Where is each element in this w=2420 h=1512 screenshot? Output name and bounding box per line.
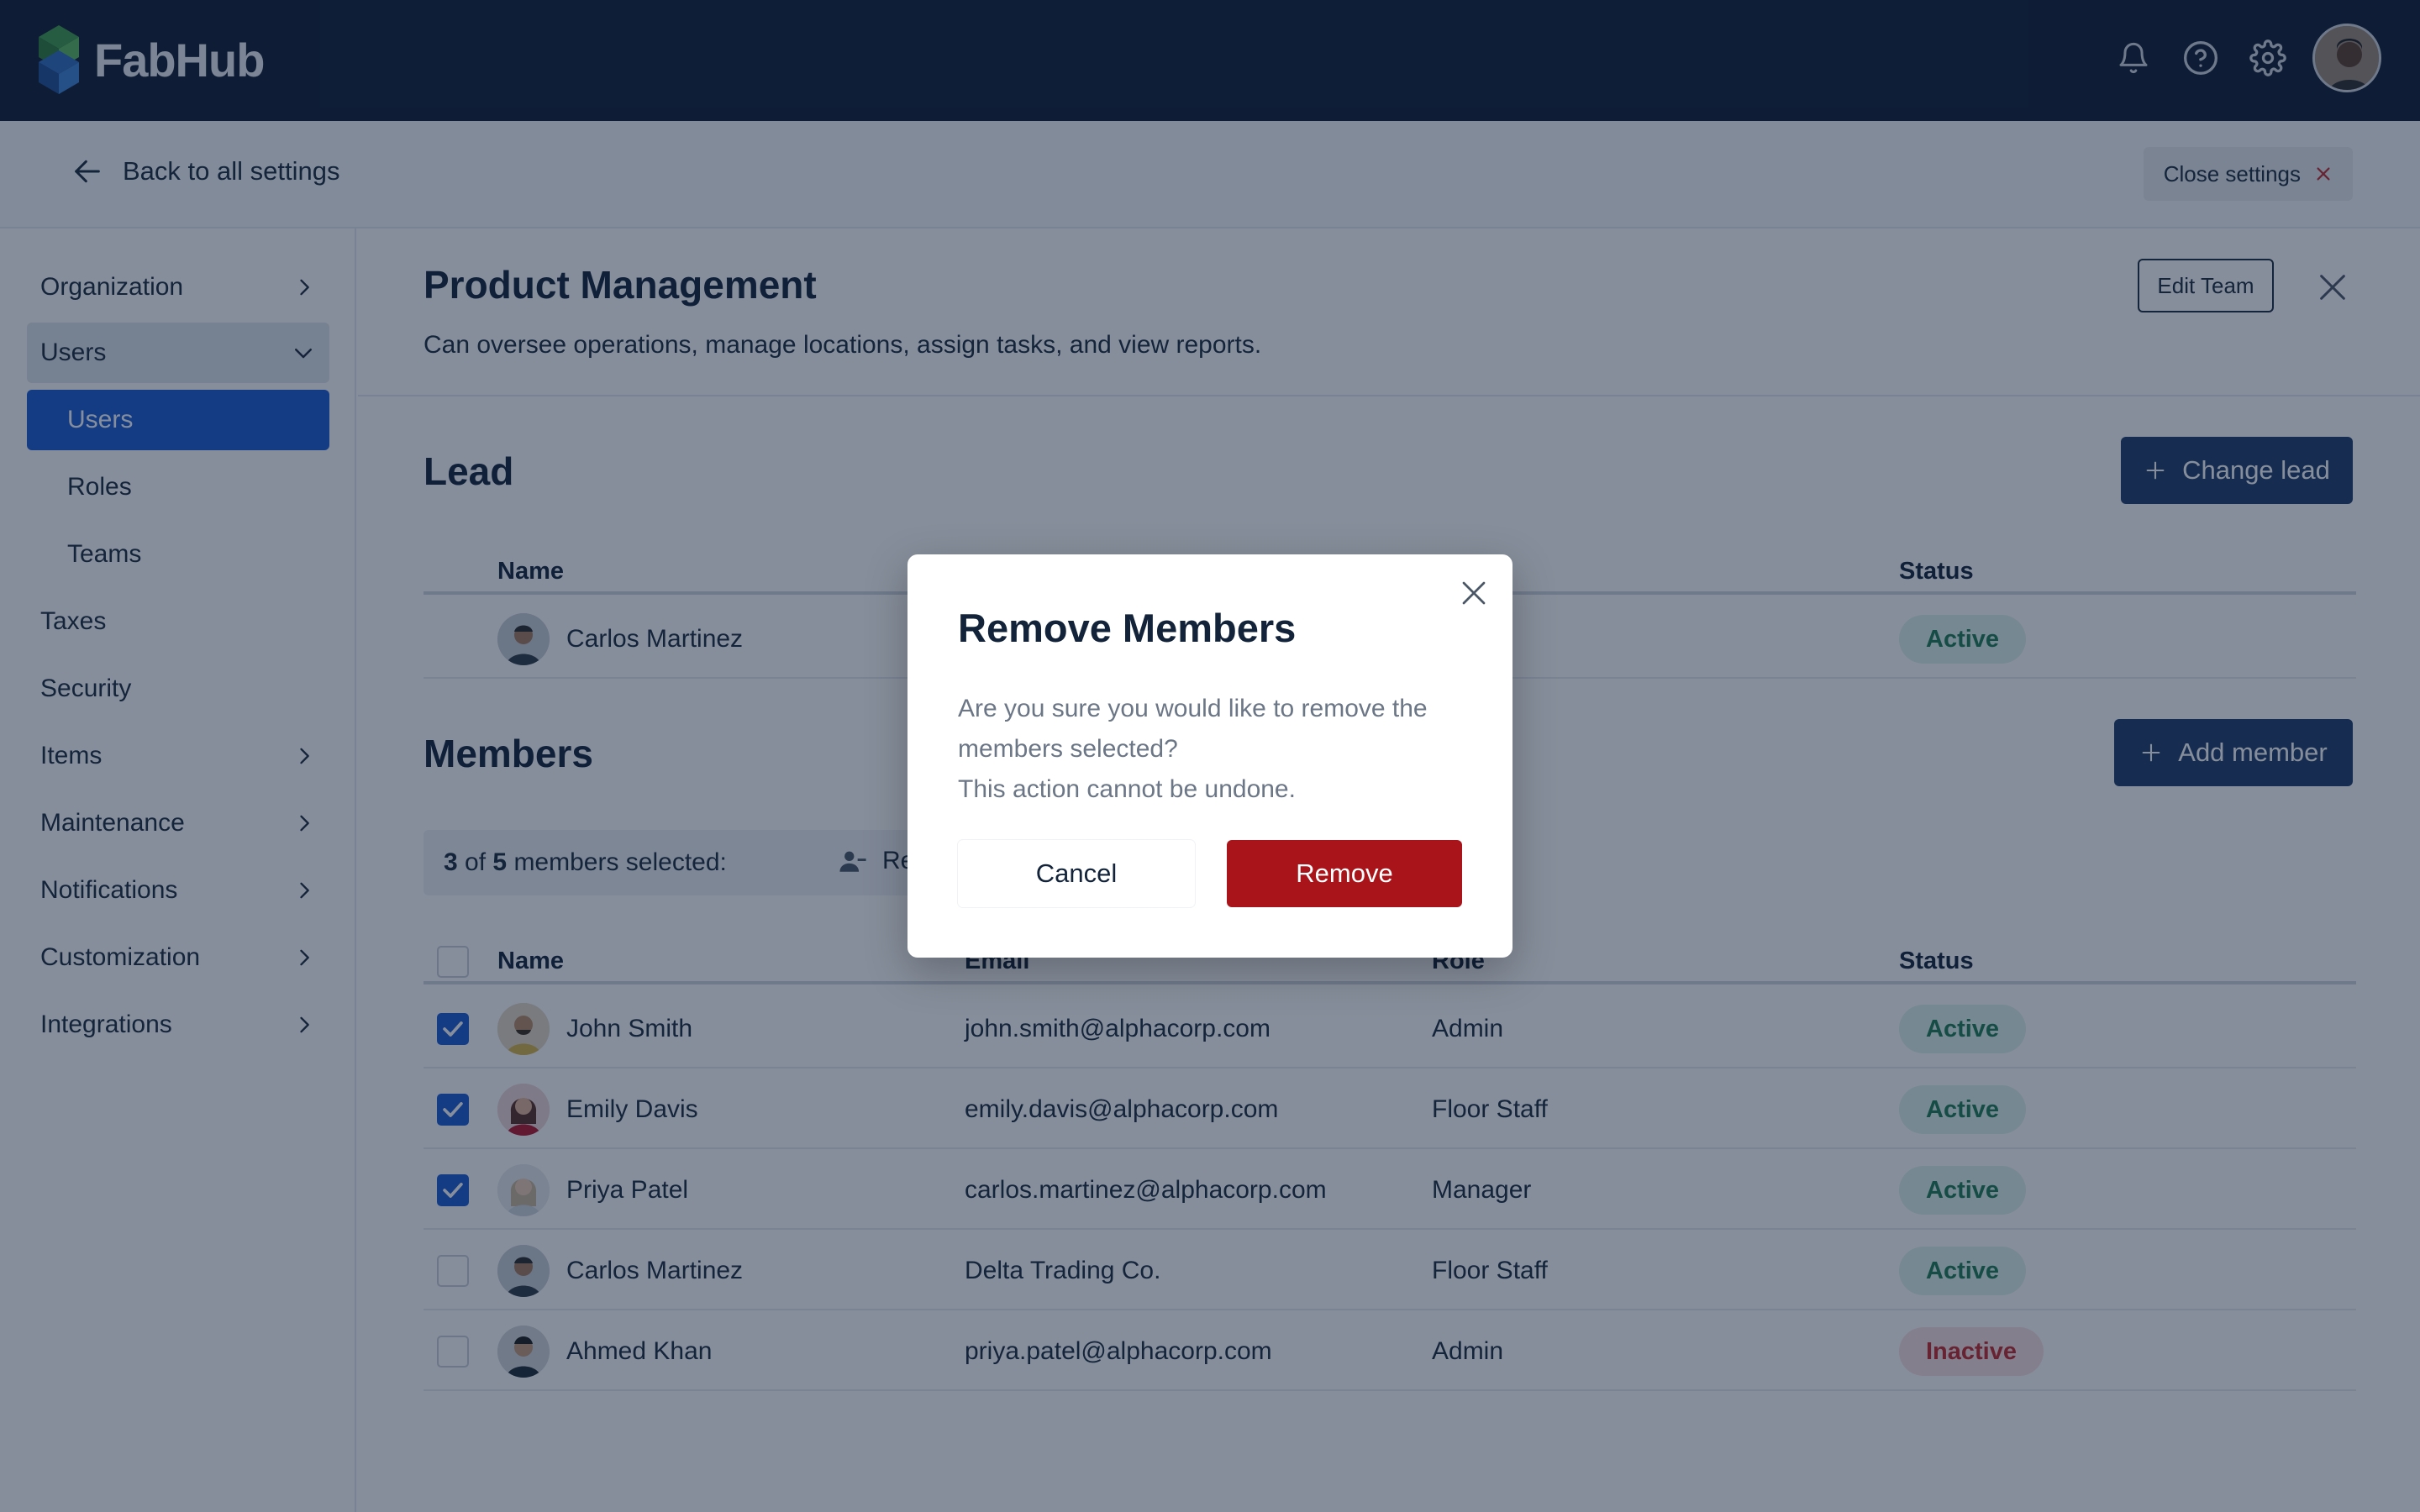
dialog-body: Are you sure you would like to remove th… [958,689,1470,810]
remove-members-dialog: Remove Members Are you sure you would li… [908,554,1512,958]
dialog-warning: This action cannot be undone. [958,775,1296,803]
dialog-title: Remove Members [958,606,1297,650]
remove-button[interactable]: Remove [1227,840,1462,907]
dialog-message: Are you sure you would like to remove th… [958,695,1428,763]
cancel-button[interactable]: Cancel [958,840,1195,907]
close-icon[interactable] [1459,578,1489,608]
